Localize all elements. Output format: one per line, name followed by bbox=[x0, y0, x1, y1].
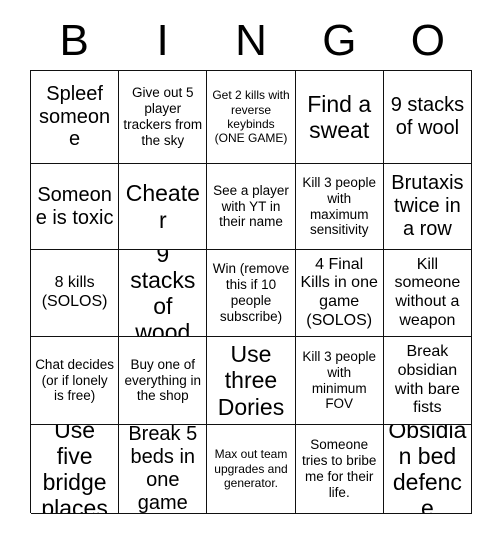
bingo-cell-r2c1[interactable]: Someone is toxic bbox=[31, 164, 120, 250]
bingo-header-letter-b: B bbox=[59, 16, 89, 65]
bingo-cell-r5c1[interactable]: Use five bridge places bbox=[31, 425, 120, 514]
bingo-cell-label: 8 kills (SOLOS) bbox=[41, 274, 108, 310]
bingo-cell-r5c4[interactable]: Someone tries to bribe me for their life… bbox=[295, 425, 384, 514]
bingo-cell-r2c2[interactable]: Cheater bbox=[119, 164, 208, 250]
bingo-cell-r1c5[interactable]: 9 stacks of wool bbox=[383, 71, 472, 164]
bingo-grid: Spleef someone Give out 5 player trackers… bbox=[30, 70, 472, 514]
bingo-cell-label: Someone tries to bribe me for their life… bbox=[302, 437, 377, 500]
bingo-cell-label: Get 2 kills with reverse keybinds (ONE G… bbox=[212, 88, 290, 146]
bingo-cell-r1c3[interactable]: Get 2 kills with reverse keybinds (ONE G… bbox=[207, 71, 296, 164]
bingo-cell-r2c4[interactable]: Kill 3 people with maximum sensitivity bbox=[295, 164, 384, 250]
bingo-cell-r3c1[interactable]: 8 kills (SOLOS) bbox=[31, 250, 120, 337]
bingo-cell-label: Win (remove this if 10 people subscribe) bbox=[212, 261, 290, 324]
bingo-cell-label: Use three Dories bbox=[217, 341, 285, 420]
bingo-cell-r4c4[interactable]: Kill 3 people with minimum FOV bbox=[295, 337, 384, 425]
bingo-cell-r4c1[interactable]: Chat decides (or if lonely is free) bbox=[31, 337, 120, 425]
bingo-header-letter-o: O bbox=[410, 16, 445, 65]
bingo-cell-label: 9 stacks of wood bbox=[130, 250, 196, 337]
bingo-cell-r2c3[interactable]: See a player with YT in their name bbox=[207, 164, 296, 250]
bingo-cell-label: Someone is toxic bbox=[35, 183, 114, 229]
bingo-cell-r5c2[interactable]: Break 5 beds in one game bbox=[119, 425, 208, 514]
bingo-cell-r4c2[interactable]: Buy one of everything in the shop bbox=[119, 337, 208, 425]
bingo-cell-label: Chat decides (or if lonely is free) bbox=[35, 356, 114, 404]
bingo-cell-label: Buy one of everything in the shop bbox=[124, 356, 202, 404]
bingo-cell-label: Break 5 beds in one game bbox=[128, 425, 198, 514]
bingo-card: B I N G O Spleef someone Give out 5 playe… bbox=[0, 0, 500, 544]
bingo-cell-r5c3[interactable]: Max out team upgrades and generator. bbox=[207, 425, 296, 514]
bingo-cell-r5c5[interactable]: Obsidian bed defence bbox=[383, 425, 472, 514]
bingo-header-row: B I N G O bbox=[30, 12, 472, 70]
bingo-cell-label: Find a sweat bbox=[307, 90, 372, 143]
bingo-cell-r1c2[interactable]: Give out 5 player trackers from the sky bbox=[119, 71, 208, 164]
bingo-header-letter-i: I bbox=[156, 16, 169, 65]
bingo-header-letter-n: N bbox=[235, 16, 267, 65]
bingo-cell-label: Brutaxis twice in a row bbox=[391, 172, 464, 240]
bingo-cell-label: Obsidian bed defence bbox=[388, 425, 467, 514]
bingo-cell-label: Kill 3 people with minimum FOV bbox=[302, 348, 376, 412]
bingo-cell-label: Use five bridge places bbox=[41, 425, 108, 514]
bingo-cell-label: 9 stacks of wool bbox=[390, 94, 465, 139]
bingo-cell-r3c3[interactable]: Win (remove this if 10 people subscribe) bbox=[207, 250, 296, 337]
bingo-cell-label: Spleef someone bbox=[39, 82, 111, 151]
bingo-cell-label: Kill 3 people with maximum sensitivity bbox=[302, 174, 376, 238]
bingo-cell-r3c2[interactable]: 9 stacks of wood bbox=[119, 250, 208, 337]
bingo-cell-r4c5[interactable]: Break obsidian with bare fists bbox=[383, 337, 472, 425]
bingo-cell-r2c5[interactable]: Brutaxis twice in a row bbox=[383, 164, 472, 250]
bingo-cell-label: Cheater bbox=[125, 180, 200, 233]
bingo-cell-label: Break obsidian with bare fists bbox=[394, 343, 460, 417]
bingo-header-letter-g: G bbox=[322, 16, 357, 65]
bingo-cell-r1c1[interactable]: Spleef someone bbox=[31, 71, 120, 164]
bingo-cell-label: Kill someone without a weapon bbox=[394, 255, 461, 329]
bingo-cell-r3c5[interactable]: Kill someone without a weapon bbox=[383, 250, 472, 337]
bingo-cell-label: Max out team upgrades and generator. bbox=[214, 447, 288, 491]
bingo-cell-label: 4 Final Kills in one game (SOLOS) bbox=[300, 255, 378, 329]
bingo-cell-label: See a player with YT in their name bbox=[213, 182, 289, 230]
bingo-cell-label: Give out 5 player trackers from the sky bbox=[123, 85, 203, 148]
bingo-cell-r3c4[interactable]: 4 Final Kills in one game (SOLOS) bbox=[295, 250, 384, 337]
bingo-cell-r1c4[interactable]: Find a sweat bbox=[295, 71, 384, 164]
bingo-cell-r4c3[interactable]: Use three Dories bbox=[207, 337, 296, 425]
